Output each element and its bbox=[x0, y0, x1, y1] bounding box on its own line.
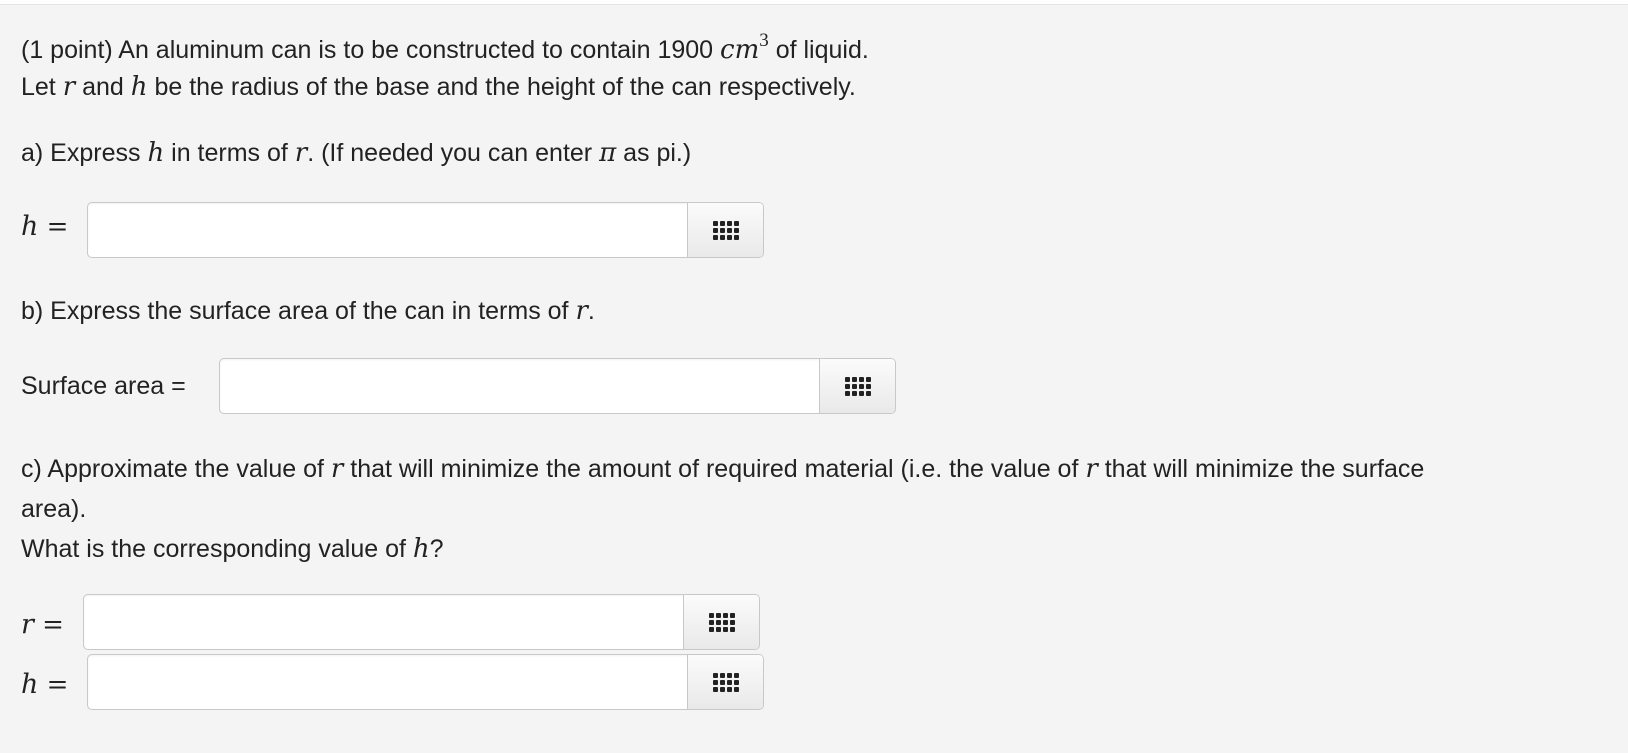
equals-sign: = bbox=[33, 610, 64, 640]
problem-panel: (1 point) An aluminum can is to be const… bbox=[0, 4, 1628, 753]
answer-r-field[interactable] bbox=[83, 594, 760, 650]
part-c-text: that will minimize the amount of require… bbox=[343, 455, 1086, 483]
problem-definition: Let r and h be the radius of the base an… bbox=[21, 71, 856, 103]
equals-sign: = bbox=[38, 212, 69, 242]
var-r: r bbox=[21, 609, 34, 640]
var-h: h bbox=[21, 669, 39, 700]
var-r: r bbox=[330, 454, 344, 484]
part-c-text: that will minimize the surface bbox=[1097, 455, 1425, 483]
part-b-text: b) Express the surface area of the can i… bbox=[21, 297, 576, 325]
surface-area-label: Surface area = bbox=[21, 372, 186, 400]
answer-h2-input[interactable] bbox=[88, 655, 687, 709]
part-c-text: What is the corresponding value of bbox=[21, 535, 413, 563]
var-r: r bbox=[575, 296, 588, 326]
part-b-question: b) Express the surface area of the can i… bbox=[21, 295, 595, 327]
unit-cm: cm bbox=[720, 35, 760, 65]
var-r: r bbox=[62, 72, 76, 102]
answer-surface-area-input[interactable] bbox=[220, 359, 819, 413]
equals-sign: = bbox=[38, 670, 69, 700]
line2-text-c: be the radius of the base and the height… bbox=[147, 73, 856, 101]
part-c-followup: What is the corresponding value of h? bbox=[21, 533, 444, 565]
var-pi: π bbox=[599, 138, 617, 168]
part-a-text: as pi.) bbox=[616, 139, 692, 167]
intro-prefix: (1 point) An aluminum can is to be const… bbox=[21, 36, 721, 64]
part-c-text: c) Approximate the value of bbox=[21, 455, 331, 483]
h-label: h = bbox=[21, 211, 68, 242]
intro-suffix: of liquid. bbox=[768, 36, 869, 64]
var-r: r bbox=[1085, 454, 1098, 484]
grid-icon bbox=[712, 672, 739, 692]
answer-h-input[interactable] bbox=[88, 203, 687, 257]
answer-surface-area-field[interactable] bbox=[219, 358, 896, 414]
equation-palette-button[interactable] bbox=[819, 359, 895, 413]
part-b-text: . bbox=[587, 297, 595, 325]
equation-palette-button[interactable] bbox=[683, 595, 759, 649]
part-c-text: ? bbox=[429, 535, 444, 563]
unit-exponent: 3 bbox=[759, 30, 769, 51]
var-h: h bbox=[130, 72, 148, 102]
var-h: h bbox=[21, 211, 39, 242]
part-a-question: a) Express h in terms of r. (If needed y… bbox=[21, 137, 691, 169]
part-a-text: . (If needed you can enter bbox=[307, 139, 600, 167]
grid-icon bbox=[844, 376, 871, 396]
var-h: h bbox=[412, 534, 430, 564]
part-c-question: c) Approximate the value of r that will … bbox=[21, 453, 1424, 485]
var-r: r bbox=[294, 138, 308, 168]
h-label: h = bbox=[21, 669, 68, 700]
part-c-question-cont: area). bbox=[21, 495, 87, 523]
equation-palette-button[interactable] bbox=[687, 203, 763, 257]
problem-statement: (1 point) An aluminum can is to be const… bbox=[21, 31, 869, 66]
var-h: h bbox=[147, 138, 165, 168]
line2-text-a: Let bbox=[21, 73, 63, 101]
line2-text-b: and bbox=[75, 73, 131, 101]
part-a-text: a) Express bbox=[21, 139, 148, 167]
grid-icon bbox=[712, 220, 739, 240]
equation-palette-button[interactable] bbox=[687, 655, 763, 709]
r-label: r = bbox=[21, 609, 64, 640]
grid-icon bbox=[708, 612, 735, 632]
answer-h-field[interactable] bbox=[87, 202, 764, 258]
answer-r-input[interactable] bbox=[84, 595, 683, 649]
part-a-text: in terms of bbox=[164, 139, 295, 167]
answer-h2-field[interactable] bbox=[87, 654, 764, 710]
